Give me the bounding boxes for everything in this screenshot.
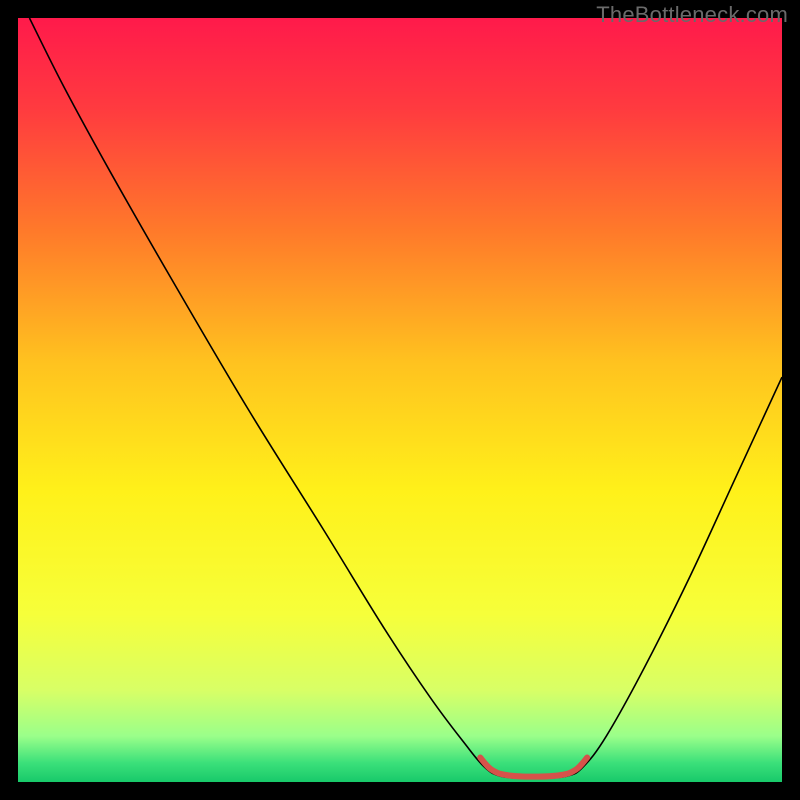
chart-frame — [18, 18, 782, 782]
gradient-background — [18, 18, 782, 782]
chart-svg — [18, 18, 782, 782]
watermark-text: TheBottleneck.com — [596, 2, 788, 28]
